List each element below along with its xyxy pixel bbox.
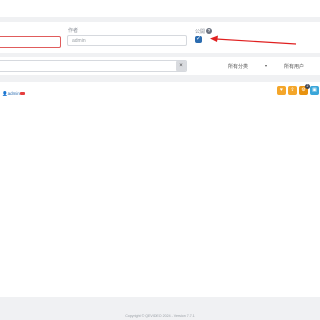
title-input[interactable] — [0, 36, 61, 48]
public-checkbox[interactable]: ✓ — [195, 36, 202, 43]
public-label: 公開 — [195, 29, 206, 35]
status-tag — [20, 92, 25, 95]
search-input[interactable] — [0, 60, 187, 72]
share-button[interactable]: ⇪ — [288, 86, 297, 95]
footer-copyright: Copyright © QEVIDEO 2024 - Version 7.7.1 — [125, 314, 195, 318]
author-label: 作者 — [68, 28, 79, 34]
user-select[interactable]: 所有用户 — [284, 63, 304, 70]
author-name: admin — [7, 91, 20, 96]
clear-search-button[interactable]: × — [176, 61, 186, 71]
author-input[interactable] — [67, 35, 187, 46]
top-bar — [0, 0, 320, 17]
category-select[interactable]: 所有分类 — [228, 63, 248, 70]
notification-badge: 2 — [305, 84, 310, 89]
like-button[interactable]: ♥ — [277, 86, 286, 95]
chevron-down-icon[interactable]: ▾ — [265, 63, 267, 68]
content-card — [0, 82, 320, 297]
copy-button[interactable]: ▣ — [310, 86, 319, 95]
author-link[interactable]: 👤admin — [2, 91, 20, 97]
help-icon[interactable]: ? — [206, 28, 212, 34]
